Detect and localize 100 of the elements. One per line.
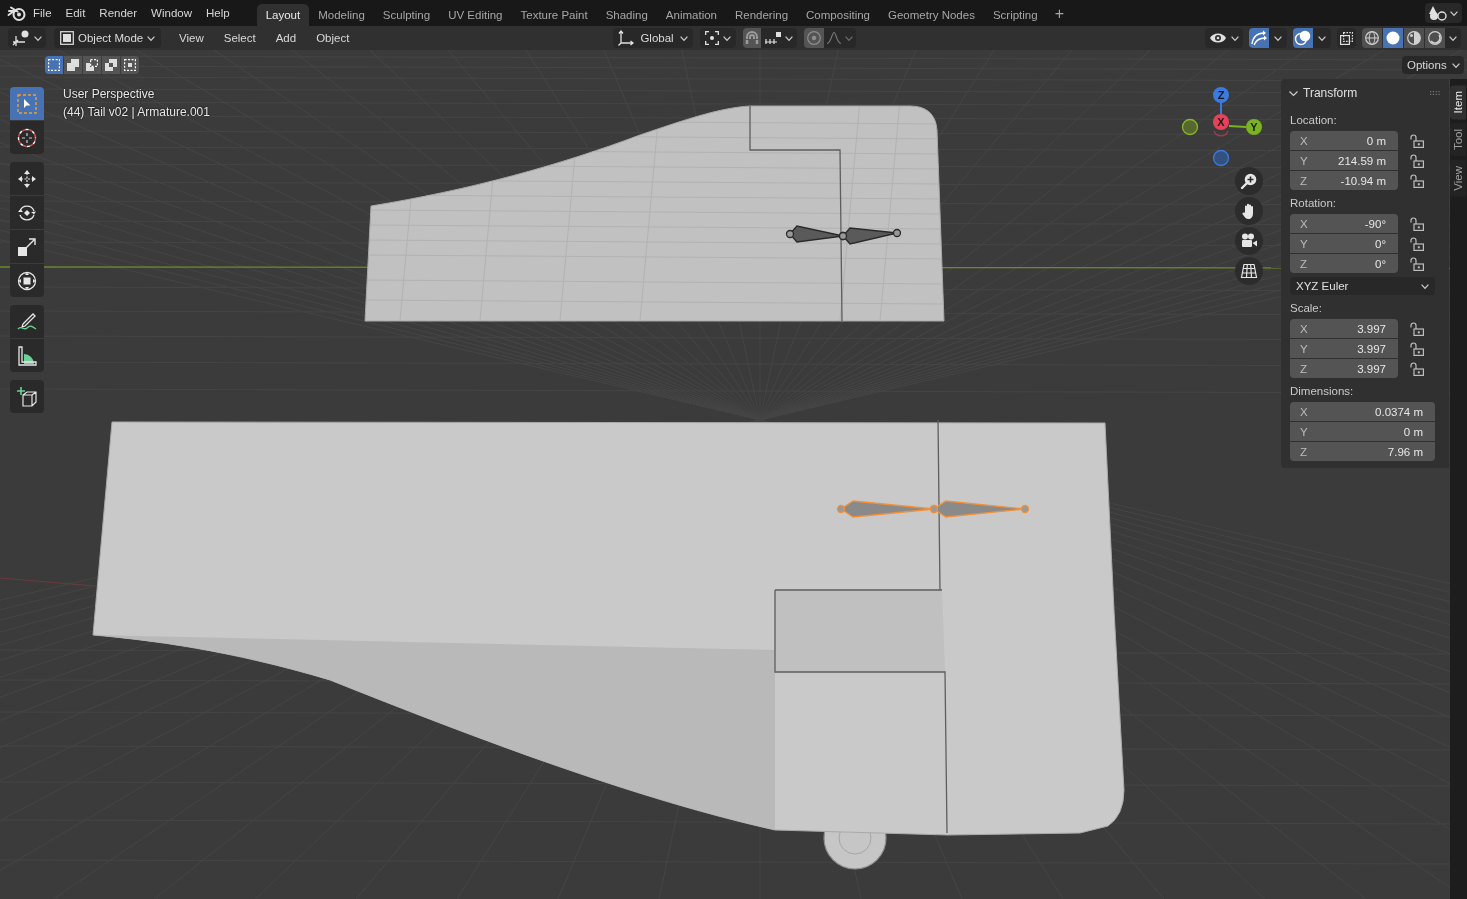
xray-toggle-button[interactable]: [1337, 28, 1356, 48]
padlock-open-icon[interactable]: [1409, 236, 1424, 251]
workspace-tab[interactable]: Animation: [656, 4, 726, 26]
padlock-open-icon[interactable]: [1409, 321, 1424, 336]
number-field[interactable]: X 3.997: [1290, 319, 1398, 338]
workspace-tab[interactable]: Modeling: [309, 4, 374, 26]
number-field[interactable]: X -90°: [1290, 214, 1398, 233]
number-field[interactable]: Z -10.94 m: [1290, 171, 1398, 190]
orientation-dropdown[interactable]: Global: [613, 28, 693, 48]
padlock-open-icon[interactable]: [1409, 216, 1424, 231]
panel-header[interactable]: Transform: [1289, 83, 1430, 103]
padlock-open-icon[interactable]: [1409, 341, 1424, 356]
shading-mode-button[interactable]: [1362, 28, 1382, 48]
zoom-button[interactable]: [1235, 167, 1263, 195]
workspace-tab[interactable]: UV Editing: [439, 4, 512, 26]
tool-button[interactable]: [10, 121, 44, 154]
tool-button[interactable]: [10, 305, 44, 338]
visibility-dropdown[interactable]: [1205, 28, 1243, 48]
workspace-tab[interactable]: Compositing: [797, 4, 879, 26]
shading-mode-button[interactable]: [1425, 28, 1445, 48]
menu-item[interactable]: View: [169, 28, 214, 48]
overlays-menu-button[interactable]: [1313, 28, 1331, 48]
material-sphere-icon: [1407, 31, 1421, 45]
pan-button[interactable]: [1235, 197, 1263, 225]
axis-handle[interactable]: Y: [1246, 119, 1262, 135]
selection-mode-button[interactable]: [83, 56, 101, 74]
menu-item[interactable]: Select: [213, 28, 266, 48]
padlock-open-icon[interactable]: [1409, 133, 1424, 148]
proportional-circle-icon: [807, 31, 821, 45]
workspace-tab[interactable]: Layout: [256, 4, 310, 26]
pivot-point-dropdown[interactable]: [700, 28, 736, 48]
snap-target-dropdown[interactable]: [761, 28, 797, 48]
tool-button[interactable]: [10, 380, 44, 413]
number-field[interactable]: Y 0°: [1290, 234, 1398, 253]
selection-mode-button[interactable]: [102, 56, 120, 74]
wireframe-sphere-icon: [1365, 31, 1379, 45]
object-info-label: (44) Tail v02 | Armature.001: [63, 104, 210, 120]
padlock-open-icon[interactable]: [1409, 173, 1424, 188]
sidebar-tab[interactable]: Tool: [1450, 123, 1466, 157]
workspace-tab[interactable]: Texture Paint: [511, 4, 597, 26]
perspective-toggle-button[interactable]: [1235, 257, 1263, 285]
tool-button[interactable]: [10, 196, 44, 229]
add-workspace-button[interactable]: +: [1046, 3, 1072, 25]
workspace-tab[interactable]: Geometry Nodes: [879, 4, 984, 26]
workspace-tab[interactable]: Shading: [596, 4, 657, 26]
menu-item[interactable]: Edit: [58, 3, 93, 23]
caret-icon: [723, 35, 731, 41]
menu-item[interactable]: Window: [144, 3, 199, 23]
snap-toggle-button[interactable]: [743, 28, 761, 48]
shading-menu-button[interactable]: [1445, 28, 1461, 48]
camera-view-button[interactable]: [1235, 227, 1263, 255]
number-field[interactable]: Y 214.59 m: [1290, 151, 1398, 170]
padlock-open-icon[interactable]: [1409, 153, 1424, 168]
selection-mode-button[interactable]: [64, 56, 82, 74]
tool-button[interactable]: [10, 264, 44, 297]
workspace-tab[interactable]: Sculpting: [373, 4, 440, 26]
number-field[interactable]: Y 0 m: [1290, 422, 1435, 441]
menu-item[interactable]: Render: [92, 3, 145, 23]
number-field[interactable]: Z 7.96 m: [1290, 442, 1435, 461]
menu-item[interactable]: Help: [199, 3, 237, 23]
selection-mode-button[interactable]: [121, 56, 139, 74]
workspace-tab[interactable]: Scripting: [983, 4, 1047, 26]
tool-button[interactable]: [10, 230, 44, 263]
overlays-toggle-button[interactable]: [1293, 28, 1313, 48]
shading-mode-button[interactable]: [1383, 28, 1403, 48]
menu-item[interactable]: File: [26, 3, 59, 23]
group-label: Dimensions:: [1290, 384, 1355, 398]
shading-mode-button[interactable]: [1404, 28, 1424, 48]
mode-dropdown[interactable]: Object Mode: [54, 28, 161, 48]
editor-type-button[interactable]: [8, 28, 46, 48]
rotation-mode-dropdown[interactable]: XYZ Euler: [1290, 277, 1435, 295]
number-field[interactable]: X 0 m: [1290, 131, 1398, 150]
number-field[interactable]: Y 3.997: [1290, 339, 1398, 358]
tool-button[interactable]: [10, 162, 44, 195]
gizmo-menu-button[interactable]: [1269, 28, 1287, 48]
menu-item[interactable]: Object: [306, 28, 360, 48]
negative-axis-handle[interactable]: [1212, 149, 1230, 167]
workspace-tab[interactable]: Rendering: [726, 4, 798, 26]
axis-handle[interactable]: X: [1213, 114, 1229, 130]
number-field[interactable]: X 0.0374 m: [1290, 402, 1435, 421]
falloff-dropdown[interactable]: [824, 28, 856, 48]
tool-button[interactable]: [10, 339, 44, 372]
selection-mode-button[interactable]: [45, 56, 63, 74]
number-field[interactable]: Z 3.997: [1290, 359, 1398, 378]
transform-axes-icon: [618, 30, 634, 46]
proportional-editing-button[interactable]: [804, 28, 824, 48]
negative-axis-handle[interactable]: [1181, 118, 1199, 136]
eye-icon: [1209, 31, 1227, 45]
axis-handle[interactable]: Z: [1213, 87, 1229, 103]
scene-selector-button[interactable]: [1425, 3, 1462, 23]
padlock-open-icon[interactable]: [1409, 256, 1424, 271]
menu-item[interactable]: Add: [265, 28, 307, 48]
negative-axis-handle[interactable]: [1213, 130, 1229, 137]
options-dropdown[interactable]: Options: [1402, 56, 1464, 74]
grip-dots-icon[interactable]: [1430, 91, 1440, 95]
gizmo-toggle-button[interactable]: [1249, 28, 1269, 48]
number-field[interactable]: Z 0°: [1290, 254, 1398, 273]
sidebar-tab[interactable]: Item: [1450, 85, 1466, 120]
padlock-open-icon[interactable]: [1409, 361, 1424, 376]
sidebar-tab[interactable]: View: [1450, 160, 1466, 198]
